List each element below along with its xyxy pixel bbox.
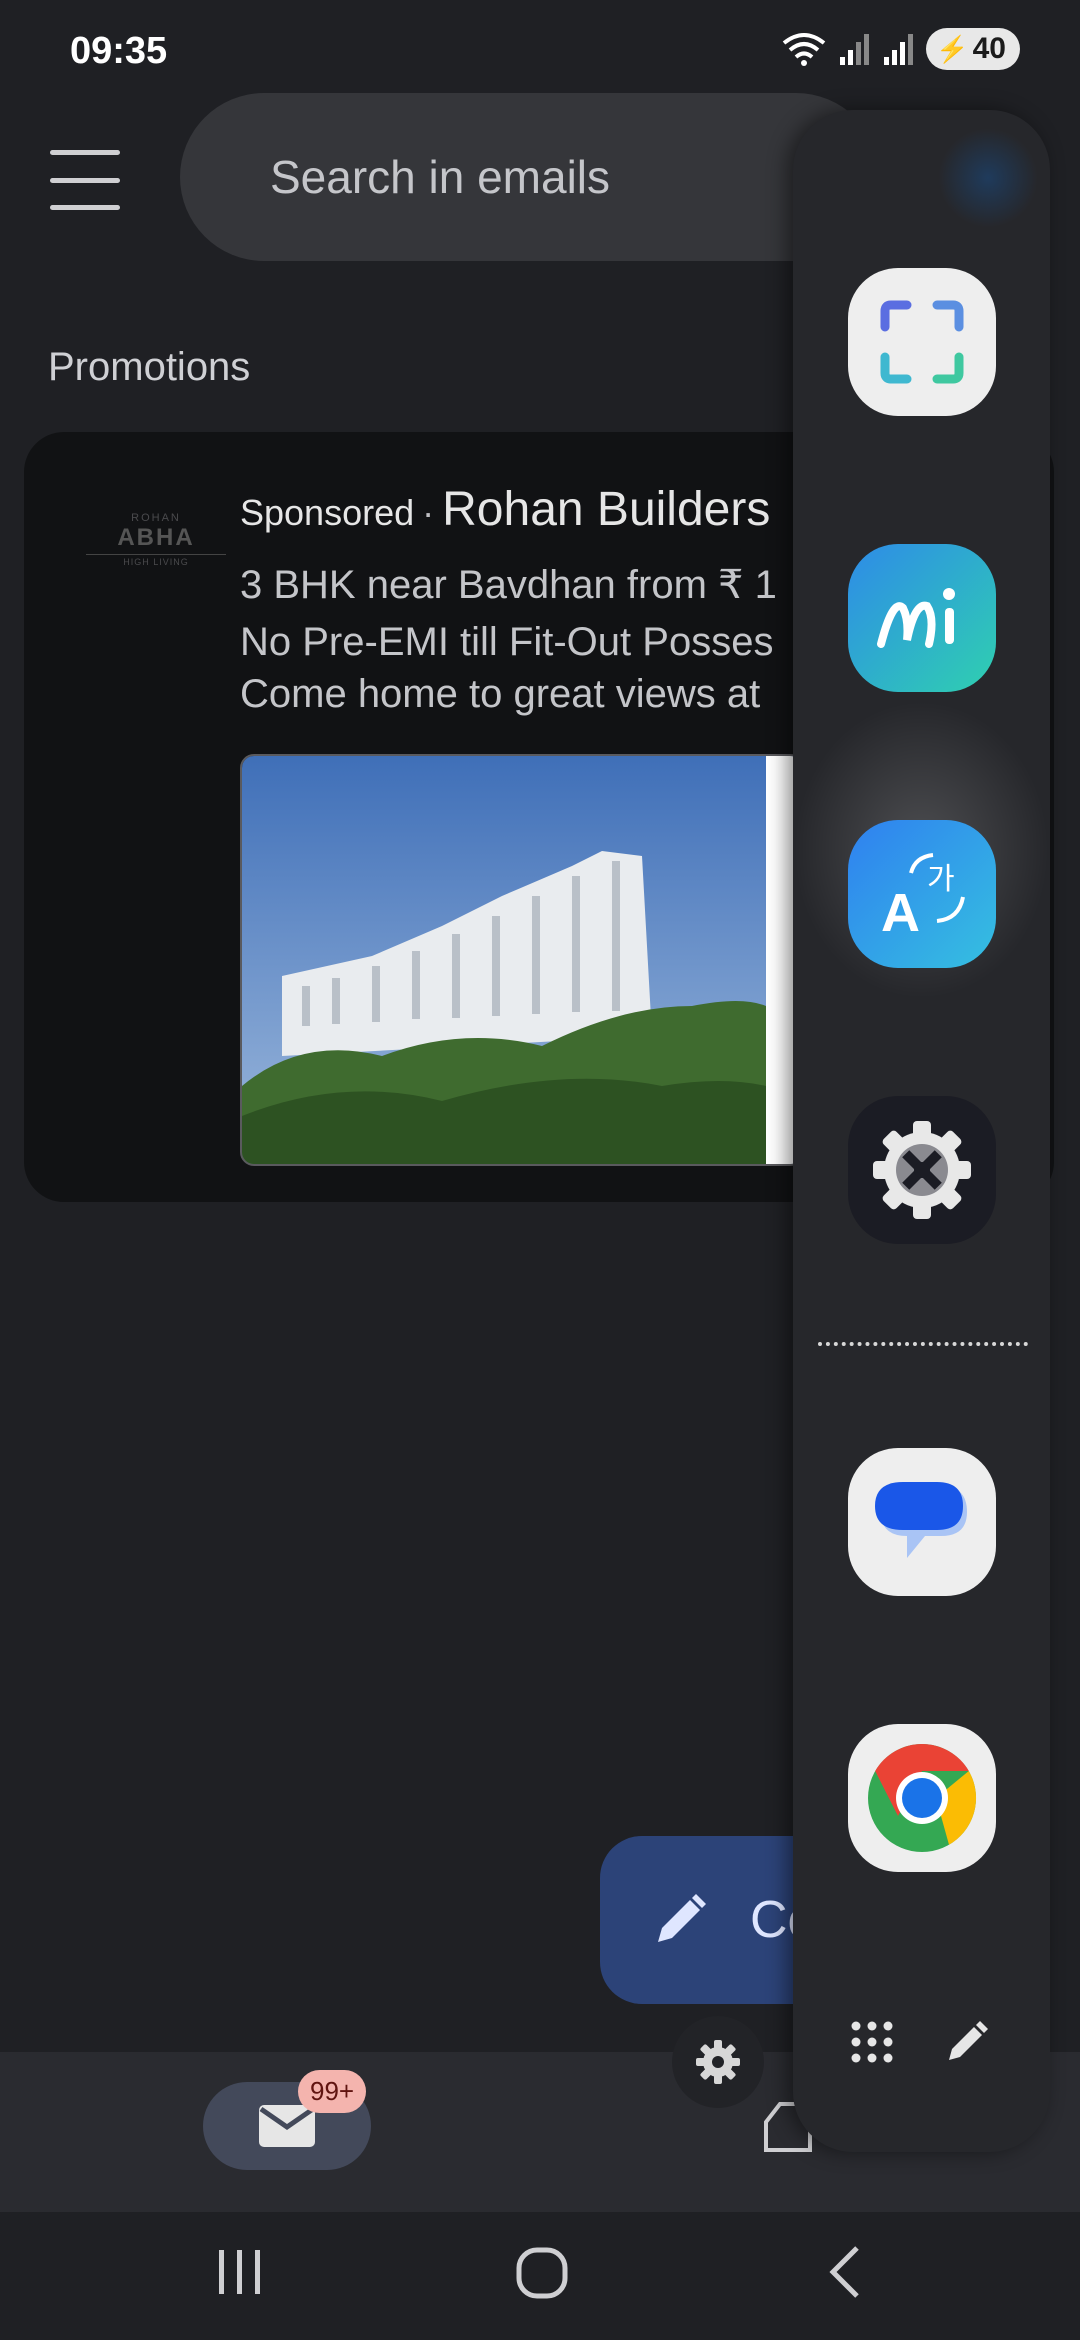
menu-button[interactable] bbox=[50, 150, 120, 210]
pencil-icon bbox=[658, 1894, 706, 1942]
svg-text:A: A bbox=[881, 883, 920, 943]
chrome-app[interactable] bbox=[848, 1724, 996, 1872]
edit-pencil-icon[interactable] bbox=[945, 2020, 989, 2064]
svg-text:가: 가 bbox=[927, 862, 955, 897]
system-navigation-bar bbox=[0, 2212, 1080, 2340]
advertiser-name: Rohan Builders bbox=[442, 483, 771, 536]
panel-divider bbox=[818, 1342, 1028, 1346]
signal-icon bbox=[840, 34, 870, 65]
separator: · bbox=[422, 492, 435, 533]
status-bar: 09:35 ⚡ 40 bbox=[0, 0, 1080, 100]
settings-app[interactable] bbox=[848, 1096, 996, 1244]
messages-icon bbox=[875, 1482, 967, 1558]
gear-icon bbox=[696, 2040, 740, 2084]
logo-line: ROHAN bbox=[131, 512, 181, 524]
promo-subject: 3 BHK near Bavdhan from ₹ 1 bbox=[240, 563, 777, 607]
translate-icon: A 가 bbox=[881, 853, 965, 943]
unread-badge: 99+ bbox=[298, 2070, 367, 2113]
clock: 09:35 bbox=[70, 30, 168, 72]
promo-snippet-line: Come home to great views at bbox=[240, 672, 761, 716]
signal-2-icon bbox=[884, 34, 914, 65]
screenshot-frame-icon bbox=[880, 300, 964, 384]
edge-panel: A 가 bbox=[793, 110, 1050, 2152]
battery-level: 40 bbox=[972, 32, 1006, 65]
promo-snippet-line: No Pre-EMI till Fit-Out Posses bbox=[240, 620, 774, 664]
chrome-icon bbox=[868, 1744, 977, 1852]
logo-line: ABHA bbox=[117, 524, 195, 551]
hamburger-icon bbox=[50, 150, 120, 155]
edge-panel-settings-button[interactable] bbox=[672, 2016, 764, 2108]
smart-select-app[interactable] bbox=[848, 268, 996, 416]
building-image bbox=[242, 756, 802, 1164]
ai-icon bbox=[877, 588, 955, 648]
sponsored-label: Sponsored bbox=[240, 492, 415, 533]
battery-indicator: ⚡ 40 bbox=[926, 28, 1020, 70]
hamburger-line bbox=[50, 177, 120, 183]
wifi-icon bbox=[783, 33, 826, 66]
status-icons: ⚡ 40 bbox=[782, 28, 1020, 70]
home-icon[interactable] bbox=[515, 2242, 569, 2302]
avatar[interactable] bbox=[938, 128, 1038, 228]
hamburger-line bbox=[50, 205, 120, 210]
settings-gear-icon bbox=[873, 1121, 971, 1219]
galaxy-ai-app[interactable] bbox=[848, 544, 996, 692]
all-apps-grid-icon[interactable] bbox=[850, 2020, 894, 2064]
recents-icon[interactable] bbox=[215, 2242, 265, 2302]
search-placeholder: Search in emails bbox=[269, 151, 611, 203]
charging-icon: ⚡ bbox=[936, 33, 969, 64]
logo-line: HIGH LIVING bbox=[86, 554, 226, 567]
section-title: Promotions bbox=[48, 345, 251, 389]
sponsor-line: Sponsored · Rohan Builders bbox=[240, 482, 770, 537]
translate-app[interactable]: A 가 bbox=[848, 820, 996, 968]
search-bar[interactable]: Search in emails bbox=[180, 93, 880, 261]
advertiser-logo: ROHAN ABHA HIGH LIVING bbox=[86, 512, 226, 572]
promo-image[interactable] bbox=[240, 754, 804, 1166]
back-icon[interactable] bbox=[825, 2242, 865, 2302]
messages-app[interactable] bbox=[848, 1448, 996, 1596]
